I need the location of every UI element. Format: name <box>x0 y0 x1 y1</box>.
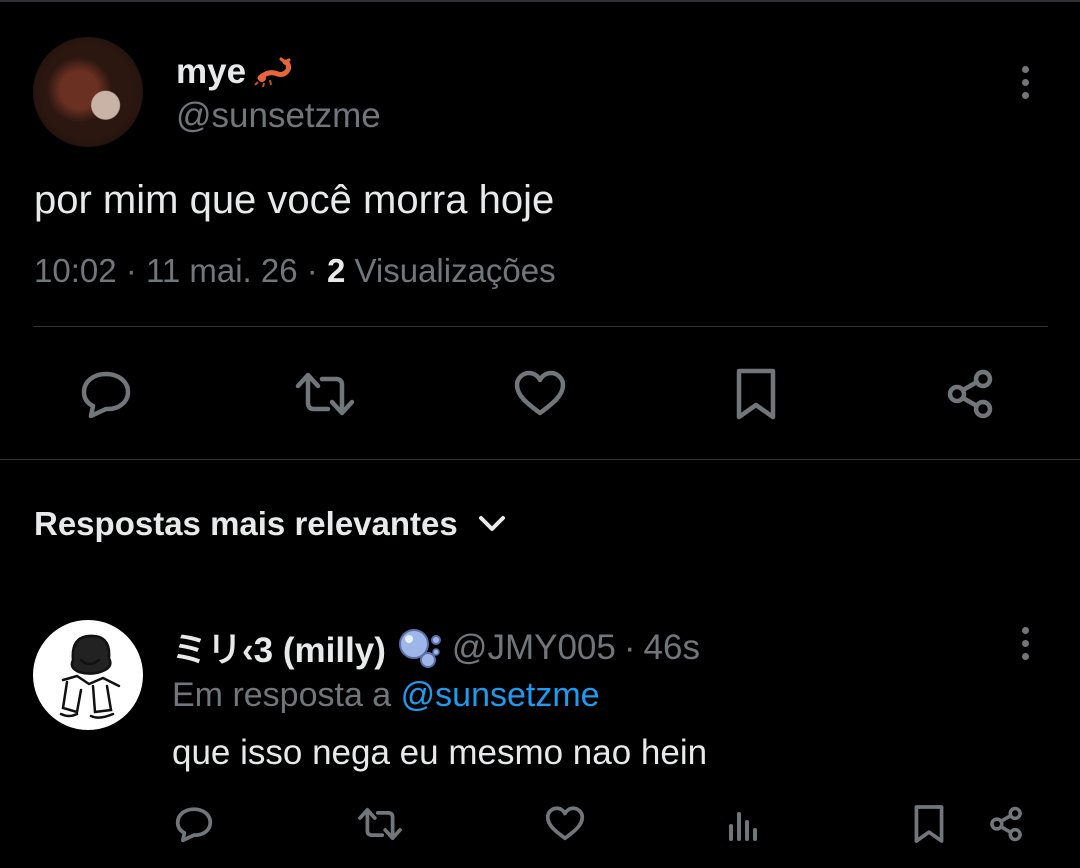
share-button[interactable] <box>942 366 998 422</box>
tweet-time[interactable]: 10:02 <box>34 252 117 289</box>
reply-display-name[interactable]: ミリ‹3 (milly) <box>172 622 386 673</box>
reply-like-button[interactable] <box>543 802 587 846</box>
avatar-drawing <box>59 634 121 719</box>
reply-views-button[interactable] <box>722 802 766 846</box>
bookmark-icon <box>736 368 776 420</box>
like-icon <box>514 370 566 416</box>
reply-icon <box>81 371 131 419</box>
reply-more-options-icon[interactable] <box>1020 627 1030 660</box>
tweet-date[interactable]: 11 mai. 26 <box>146 252 298 289</box>
like-button[interactable] <box>510 366 570 422</box>
bookmark-icon <box>914 805 944 843</box>
retweet-icon <box>295 372 355 416</box>
author-handle[interactable]: @sunsetzme <box>176 96 381 136</box>
tweet-text: por mim que você morra hoje <box>34 178 555 222</box>
reply-retweet-button[interactable] <box>356 802 404 846</box>
reply-time[interactable]: 46s <box>644 628 700 668</box>
in-reply-handle-link[interactable]: @sunsetzme <box>401 676 600 714</box>
meta-divider <box>33 326 1048 327</box>
retweet-icon <box>358 808 402 840</box>
chevron-down-icon <box>478 516 505 531</box>
top-divider <box>0 0 1080 2</box>
separator: · <box>623 627 636 667</box>
tweet-meta: 10:02 · 11 mai. 26 · 2 Visualizações <box>34 252 556 290</box>
in-reply-prefix: Em resposta a <box>172 676 392 714</box>
author-name[interactable]: mye <box>176 52 298 92</box>
bubbles-emoji-icon <box>398 628 441 668</box>
reply-reply-button[interactable] <box>172 802 216 846</box>
views-icon <box>729 812 757 841</box>
views-label: Visualizações <box>354 252 556 289</box>
separator: · <box>306 252 318 289</box>
scorpion-emoji-icon <box>254 57 292 88</box>
author-display-name: mye <box>176 52 247 91</box>
reply-icon <box>175 807 213 843</box>
retweet-button[interactable] <box>292 366 358 422</box>
reply-button[interactable] <box>76 366 136 422</box>
like-icon <box>545 806 585 841</box>
reply-share-button[interactable] <box>984 802 1028 846</box>
in-reply-to: Em resposta a @sunsetzme <box>172 676 600 715</box>
bookmark-button[interactable] <box>728 366 784 422</box>
reply-handle[interactable]: @JMY005 <box>452 628 616 668</box>
views-count: 2 <box>326 252 346 289</box>
replies-sort-toggle[interactable]: Respostas mais relevantes <box>34 505 506 543</box>
separator: · <box>125 252 137 289</box>
reply-text: que isso nega eu mesmo nao hein <box>172 733 708 772</box>
share-icon <box>947 369 993 419</box>
reply-header: ミリ‹3 (milly) @JMY005 · 46s <box>172 622 700 673</box>
reply-bookmark-button[interactable] <box>907 802 951 846</box>
more-options-icon[interactable] <box>1020 66 1030 99</box>
reply-author-avatar[interactable] <box>33 620 143 730</box>
replies-sort-label: Respostas mais relevantes <box>34 505 458 542</box>
share-icon <box>990 806 1022 842</box>
section-divider <box>0 459 1080 460</box>
author-avatar[interactable] <box>33 37 143 147</box>
